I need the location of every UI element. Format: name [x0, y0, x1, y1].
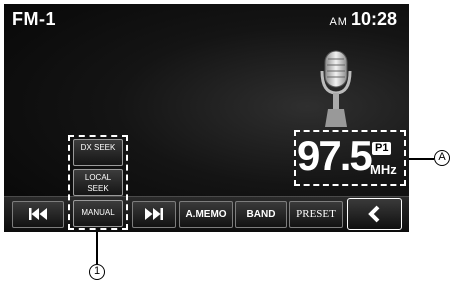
skip-next-button[interactable] [132, 201, 176, 228]
dx-seek-button[interactable]: DX SEEK [73, 139, 123, 166]
local-seek-button[interactable]: LOCAL SEEK [73, 169, 123, 196]
back-arrow-icon [367, 205, 379, 223]
microphone-icon [320, 50, 352, 127]
band-button[interactable]: BAND [235, 201, 287, 228]
clock-ampm: AM [329, 16, 348, 28]
preset-badge: P1 [372, 142, 392, 155]
band-title: FM-1 [12, 9, 56, 29]
callout-a-line [409, 158, 434, 160]
skip-previous-button[interactable] [12, 201, 64, 228]
frequency-display: 97.5 [297, 132, 373, 179]
frequency-unit: MHz [370, 162, 397, 177]
preset-button[interactable]: PRESET [289, 201, 343, 228]
callout-1-marker: 1 [89, 264, 105, 280]
callout-1-line [96, 232, 98, 264]
skip-next-icon [145, 208, 163, 220]
skip-previous-icon [29, 208, 47, 220]
manual-button[interactable]: MANUAL [73, 200, 123, 227]
radio-screen: FM-1 AM 10:28 97.5 P1 MHz DX SEEK LOCAL S… [4, 4, 409, 232]
clock-time: 10:28 [350, 9, 397, 29]
back-button[interactable] [347, 198, 402, 230]
clock: AM 10:28 [329, 9, 397, 30]
callout-a-marker: A [434, 150, 450, 166]
amemo-button[interactable]: A.MEMO [179, 201, 233, 228]
